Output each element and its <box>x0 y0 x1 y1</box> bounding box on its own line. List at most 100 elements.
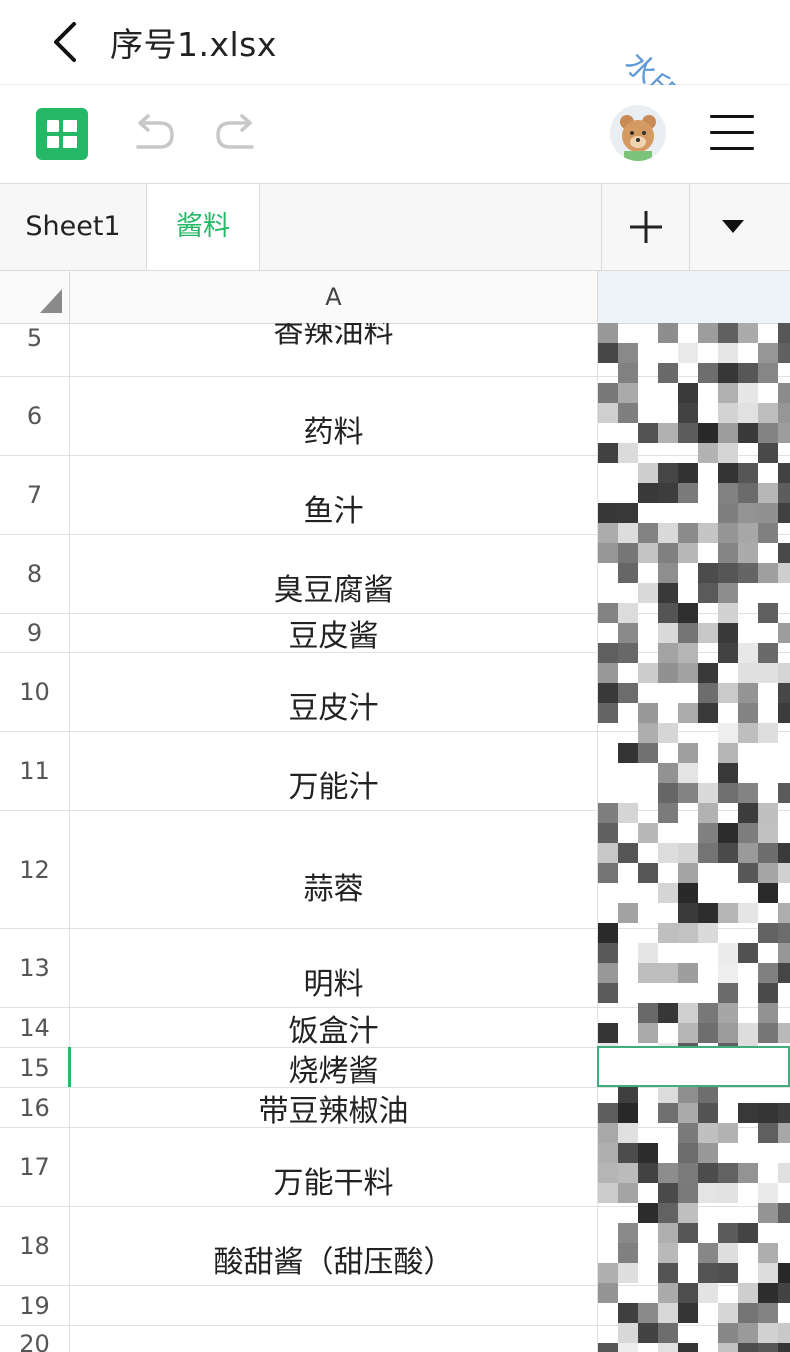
cell-a[interactable]: 饭盒汁 <box>70 1008 598 1049</box>
redaction-block <box>738 1303 758 1323</box>
redaction-block <box>738 383 758 403</box>
redaction-block <box>738 843 758 863</box>
redaction-block <box>738 643 758 663</box>
redaction-block <box>638 483 658 503</box>
row-number[interactable]: 17 <box>0 1128 70 1206</box>
row-number[interactable]: 18 <box>0 1207 70 1285</box>
redaction-block <box>718 783 738 803</box>
file-title: 序号1.xlsx <box>110 25 277 64</box>
back-button[interactable] <box>46 20 86 64</box>
redaction-block <box>598 803 618 823</box>
cell-a[interactable]: 鱼汁 <box>70 456 598 534</box>
tab-sauce[interactable]: 酱料 <box>147 184 260 270</box>
selected-cell[interactable] <box>597 1046 790 1087</box>
redaction-block <box>698 1263 718 1283</box>
hamburger-menu-icon[interactable] <box>710 113 754 153</box>
cell-a[interactable] <box>70 1326 598 1352</box>
redaction-block <box>758 1023 778 1043</box>
redaction-block <box>598 1283 618 1303</box>
sheet-menu-button[interactable] <box>690 184 790 270</box>
redaction-block <box>778 563 790 583</box>
redo-button[interactable] <box>214 113 262 157</box>
row-number[interactable]: 8 <box>0 535 70 613</box>
redaction-block <box>758 843 778 863</box>
cell-a[interactable]: 药料 <box>70 377 598 455</box>
redaction-block <box>758 483 778 503</box>
sheets-app-icon[interactable] <box>36 108 88 160</box>
row-number[interactable]: 5 <box>0 323 70 376</box>
column-header-row: A <box>0 271 790 324</box>
row-number[interactable]: 6 <box>0 377 70 455</box>
cell-a[interactable]: 豆皮汁 <box>70 653 598 731</box>
redaction-block <box>778 1023 790 1043</box>
redaction-block <box>658 1243 678 1263</box>
cell-a[interactable]: 万能干料 <box>70 1128 598 1206</box>
row-number[interactable]: 12 <box>0 811 70 928</box>
select-all-corner[interactable] <box>0 271 70 323</box>
redaction-block <box>618 623 638 643</box>
cell-a[interactable]: 蒜蓉 <box>70 811 598 928</box>
redaction-block <box>778 623 790 643</box>
redaction-block <box>778 1203 790 1223</box>
redaction-block <box>598 1123 618 1143</box>
redaction-block <box>778 543 790 563</box>
redaction-block <box>698 803 718 823</box>
column-header-a[interactable]: A <box>70 271 598 323</box>
cell-a[interactable]: 豆皮酱 <box>70 614 598 654</box>
row-number[interactable]: 15 <box>0 1048 70 1087</box>
row-number[interactable]: 20 <box>0 1326 70 1352</box>
redaction-block <box>738 323 758 343</box>
redaction-block <box>718 503 738 523</box>
bear-avatar[interactable] <box>610 105 666 161</box>
row-number[interactable]: 7 <box>0 456 70 534</box>
tab-sheet1[interactable]: Sheet1 <box>0 184 147 270</box>
redaction-block <box>598 503 618 523</box>
redaction-block <box>618 1323 638 1343</box>
redaction-block <box>718 1323 738 1343</box>
row-number[interactable]: 9 <box>0 614 70 652</box>
redaction-block <box>758 823 778 843</box>
row-number[interactable]: 16 <box>0 1088 70 1127</box>
redaction-block <box>718 543 738 563</box>
redaction-block <box>758 1343 778 1352</box>
redaction-block <box>698 703 718 723</box>
cell-a[interactable]: 带豆辣椒油 <box>70 1088 598 1129</box>
redaction-block <box>618 1143 638 1163</box>
redaction-block <box>618 1183 638 1203</box>
cell-a[interactable] <box>70 1286 598 1325</box>
redaction-block <box>698 623 718 643</box>
cell-a[interactable]: 臭豆腐酱 <box>70 535 598 613</box>
redaction-block <box>678 923 698 943</box>
undo-icon <box>136 114 174 149</box>
add-sheet-button[interactable] <box>601 184 690 270</box>
redaction-block <box>718 823 738 843</box>
redaction-block <box>618 503 638 523</box>
row-number[interactable]: 11 <box>0 732 70 810</box>
cell-a[interactable]: 明料 <box>70 929 598 1007</box>
redaction-block <box>718 1263 738 1283</box>
redaction-block <box>778 1263 790 1283</box>
redaction-block <box>758 503 778 523</box>
redaction-block <box>678 1123 698 1143</box>
redaction-block <box>618 1123 638 1143</box>
row-number[interactable]: 13 <box>0 929 70 1007</box>
row-number[interactable]: 10 <box>0 653 70 731</box>
column-header-b[interactable] <box>598 271 790 323</box>
redaction-block <box>738 723 758 743</box>
redaction-block <box>598 443 618 463</box>
redaction-block <box>678 623 698 643</box>
row-number[interactable]: 14 <box>0 1008 70 1047</box>
cell-a[interactable]: 香辣油料 <box>70 323 598 376</box>
redaction-block <box>778 903 790 923</box>
undo-button[interactable] <box>128 113 176 157</box>
redaction-block <box>778 1123 790 1143</box>
cell-a[interactable]: 万能汁 <box>70 732 598 810</box>
redaction-block <box>638 1203 658 1223</box>
cell-a[interactable]: 酸甜酱（甜压酸） <box>70 1207 598 1285</box>
redaction-block <box>758 883 778 903</box>
row-number[interactable]: 19 <box>0 1286 70 1325</box>
redaction-block <box>778 703 790 723</box>
cell-a[interactable]: 烧烤酱 <box>70 1048 598 1089</box>
redaction-block <box>758 603 778 623</box>
redaction-block <box>598 1143 618 1163</box>
